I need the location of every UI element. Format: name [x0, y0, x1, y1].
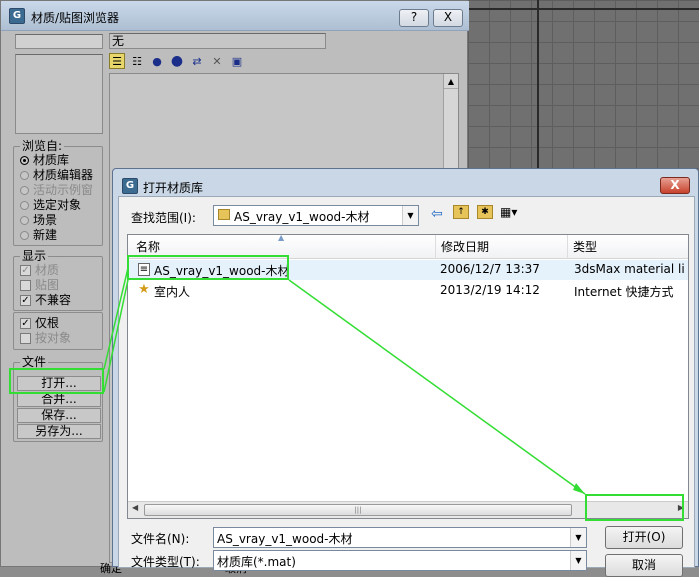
annotation-line-2: [103, 279, 129, 393]
annotation-line-3: [288, 279, 586, 495]
annotation-lines: [103, 267, 586, 495]
annotation-line-1: [103, 267, 129, 370]
annotation-arrowhead: [573, 483, 585, 494]
